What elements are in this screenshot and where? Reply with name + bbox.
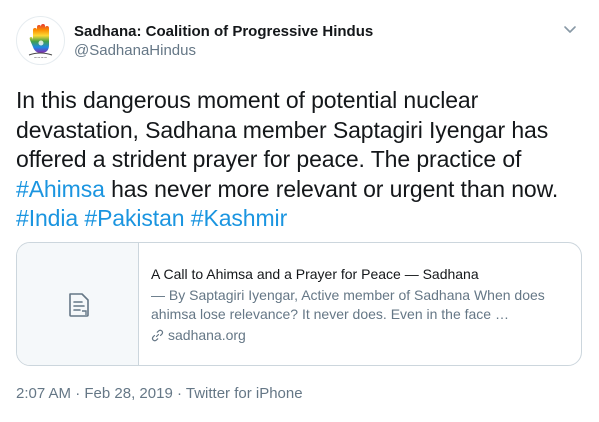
tweet-menu-button[interactable] — [559, 18, 581, 40]
avatar[interactable]: ~~~~ — [16, 16, 65, 65]
hashtag-pakistan[interactable]: #Pakistan — [84, 205, 184, 231]
card-description: — By Saptagiri Iyengar, Active member of… — [151, 287, 545, 322]
tweet-source[interactable]: Twitter for iPhone — [186, 385, 303, 402]
link-card[interactable]: A Call to Ahimsa and a Prayer for Peace … — [16, 242, 582, 366]
tweet-header: ~~~~ Sadhana: Coalition of Progressive H… — [16, 14, 583, 74]
meta-separator: · — [71, 385, 85, 402]
card-title: A Call to Ahimsa and a Prayer for Peace … — [151, 266, 479, 282]
card-domain: sadhana.org — [151, 326, 571, 344]
card-thumbnail — [17, 243, 139, 365]
chevron-down-icon — [564, 26, 576, 33]
link-icon — [151, 329, 164, 341]
hashtag-kashmir[interactable]: #Kashmir — [191, 205, 287, 231]
svg-text:~~~~: ~~~~ — [34, 55, 47, 60]
tweet-text-segment: has never more relevant or urgent than n… — [104, 175, 559, 202]
tweet-time[interactable]: 2:07 AM — [16, 385, 71, 402]
author-handle[interactable]: @SadhanaHindus — [74, 41, 373, 61]
author-names: Sadhana: Coalition of Progressive Hindus… — [74, 23, 373, 61]
meta-separator: · — [172, 385, 186, 402]
card-domain-text: sadhana.org — [168, 327, 246, 343]
document-icon — [69, 293, 89, 317]
rainbow-hand-icon: ~~~~ — [28, 24, 53, 60]
tweet-meta: 2:07 AM · Feb 28, 2019 · Twitter for iPh… — [16, 384, 303, 404]
tweet-text-segment: In this dangerous moment of potential nu… — [16, 87, 549, 172]
tweet: ~~~~ Sadhana: Coalition of Progressive H… — [0, 0, 599, 422]
card-content: A Call to Ahimsa and a Prayer for Peace … — [151, 265, 571, 344]
hashtag-india[interactable]: #India — [16, 205, 78, 231]
author-display-name[interactable]: Sadhana: Coalition of Progressive Hindus — [74, 23, 373, 41]
tweet-text: In this dangerous moment of potential nu… — [16, 86, 588, 234]
hashtag-ahimsa[interactable]: #Ahimsa — [16, 176, 105, 202]
tweet-date[interactable]: Feb 28, 2019 — [84, 385, 172, 402]
